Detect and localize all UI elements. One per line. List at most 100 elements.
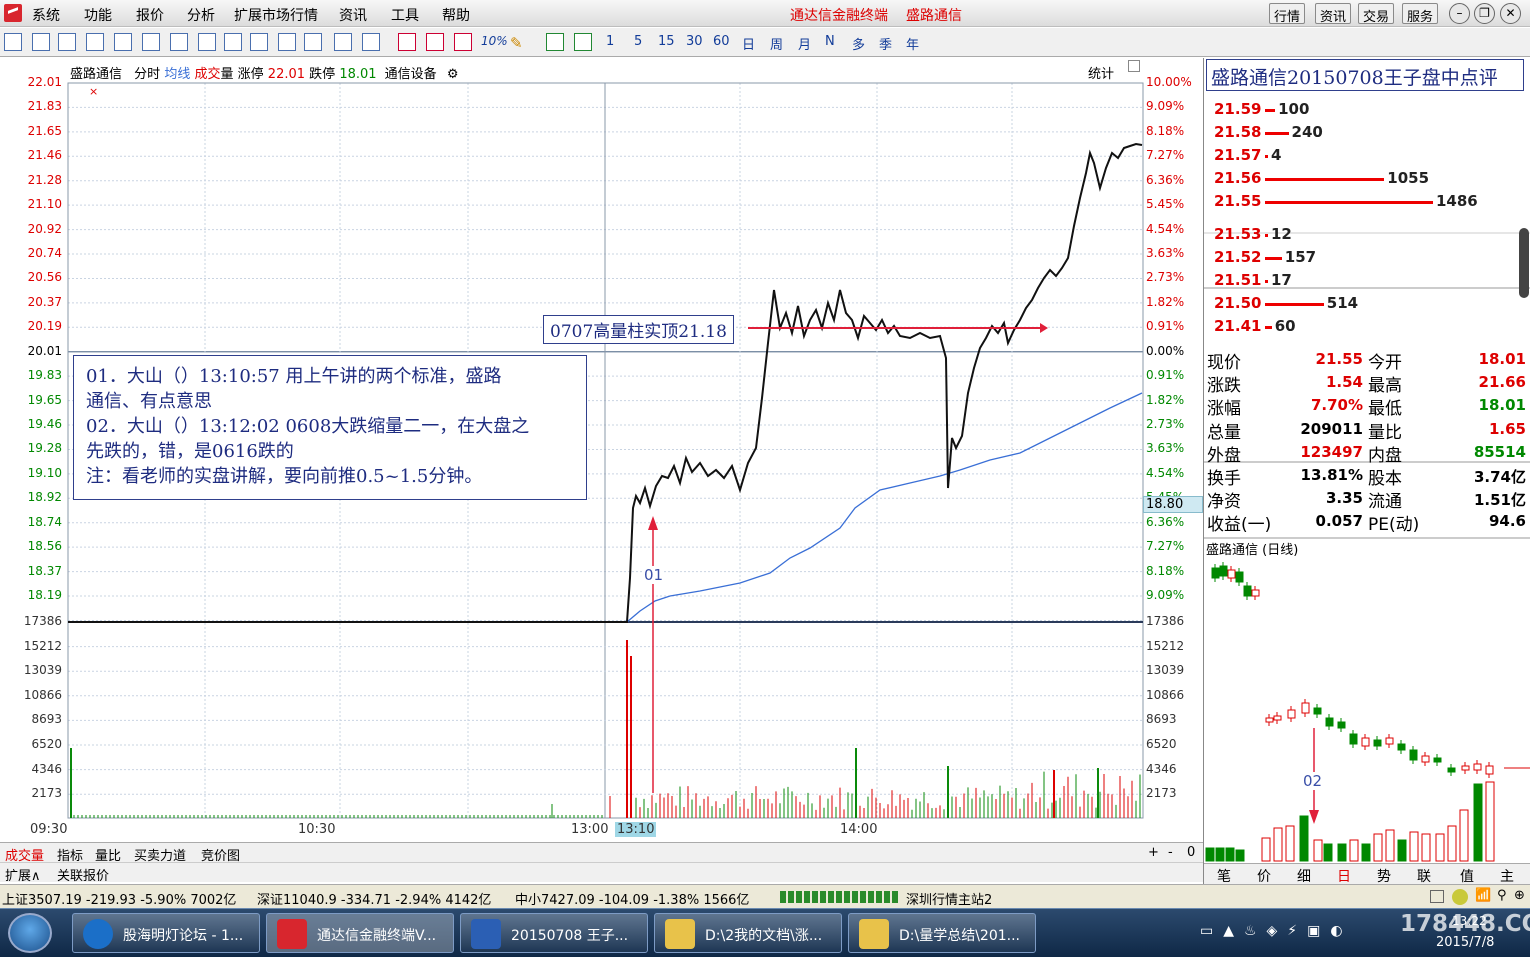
circle-icon[interactable] bbox=[362, 33, 380, 51]
period-3[interactable]: 30 bbox=[686, 34, 703, 49]
line-chart-icon[interactable] bbox=[142, 33, 160, 51]
task-forum[interactable]: 股海明灯论坛 - 1... bbox=[72, 913, 260, 953]
pct-tick-8: 2.73% bbox=[1146, 270, 1185, 285]
pen-icon[interactable]: ✎ bbox=[510, 34, 523, 52]
service-button[interactable]: 服务 bbox=[1402, 3, 1439, 25]
pin-icon[interactable]: ⊕ bbox=[1514, 888, 1525, 903]
status-lock-icon[interactable] bbox=[1452, 889, 1468, 905]
menu-help[interactable]: 帮助 bbox=[442, 5, 470, 25]
maximize-chart-icon[interactable] bbox=[1128, 60, 1140, 72]
menu-function[interactable]: 功能 bbox=[84, 5, 112, 25]
f10-plus-icon[interactable] bbox=[334, 33, 352, 51]
period-6[interactable]: 周 bbox=[770, 34, 783, 53]
expand-button[interactable]: 扩展∧ bbox=[5, 865, 41, 884]
right-tab-3[interactable]: 日 bbox=[1337, 866, 1351, 886]
limit-up-value: 22.01 bbox=[267, 67, 306, 82]
back-icon[interactable] bbox=[4, 33, 22, 51]
restore-icon[interactable]: ❐ bbox=[1474, 3, 1495, 24]
menu-ext-market[interactable]: 扩展市场行情 bbox=[234, 5, 318, 25]
price-tick-3: 21.46 bbox=[27, 148, 62, 163]
period-7[interactable]: 月 bbox=[798, 34, 811, 53]
kline-vol-bar bbox=[1349, 839, 1359, 862]
period-0[interactable]: 1 bbox=[606, 34, 614, 49]
f10-icon[interactable] bbox=[224, 33, 242, 51]
price-tick-15: 19.28 bbox=[27, 441, 62, 456]
sh-index[interactable]: 上证3507.19 -219.93 -5.90% 7002亿 bbox=[2, 889, 236, 908]
fenshi-label[interactable]: 分时 bbox=[134, 67, 160, 82]
right-tab-1[interactable]: 价 bbox=[1257, 866, 1271, 886]
menu-analysis[interactable]: 分析 bbox=[187, 5, 215, 25]
up-arrow-icon[interactable] bbox=[32, 33, 50, 51]
zoom-out-button[interactable]: - bbox=[1168, 845, 1173, 860]
quote-button[interactable]: 行情 bbox=[1269, 3, 1306, 25]
signal-icon[interactable]: 📶 bbox=[1475, 888, 1491, 903]
down-arrow-icon[interactable] bbox=[58, 33, 76, 51]
right-panel-tabs: 笔价细日势联值主 bbox=[1204, 863, 1530, 886]
related-quote-button[interactable]: 关联报价 bbox=[57, 865, 109, 884]
stat-label[interactable]: 统计 bbox=[1088, 63, 1114, 82]
close-icon[interactable]: ✕ bbox=[1500, 3, 1521, 24]
server-name[interactable]: 深圳行情主站2 bbox=[906, 889, 992, 908]
task-word[interactable]: 20150708 王子... bbox=[460, 913, 648, 953]
settings-gear-icon[interactable]: ⚙ bbox=[447, 67, 459, 82]
tray-icons[interactable]: ▭▲♨◈⚡▣◐ bbox=[1200, 923, 1353, 939]
zoom-in-button[interactable]: + bbox=[1148, 845, 1159, 860]
right-tab-4[interactable]: 势 bbox=[1377, 866, 1391, 886]
menu-system[interactable]: 系统 bbox=[32, 5, 60, 25]
status-bar: 上证3507.19 -219.93 -5.90% 7002亿 深证11040.9… bbox=[0, 884, 1530, 908]
multi-chart-icon[interactable] bbox=[398, 33, 416, 51]
kline-candle bbox=[1447, 767, 1456, 773]
f12-icon[interactable] bbox=[304, 33, 322, 51]
task-folder-1[interactable]: D:\2我的文档\涨... bbox=[654, 913, 842, 953]
compare-icon[interactable] bbox=[454, 33, 472, 51]
period-9[interactable]: 多 bbox=[852, 34, 865, 53]
window-icon[interactable] bbox=[1430, 890, 1444, 903]
minimize-icon[interactable]: – bbox=[1449, 3, 1470, 24]
clock-date[interactable]: 2015/7/8 bbox=[1436, 935, 1494, 950]
period-11[interactable]: 年 bbox=[906, 34, 919, 53]
kline-candle bbox=[1433, 757, 1442, 763]
clock-time[interactable]: 13:22 bbox=[1452, 914, 1487, 928]
reset-button[interactable]: 0 bbox=[1187, 845, 1195, 860]
pct-button[interactable]: 10% bbox=[481, 34, 508, 48]
task-folder-2[interactable]: D:\量学总结\201... bbox=[848, 913, 1036, 953]
task-tdx[interactable]: 通达信金融终端V... bbox=[266, 913, 454, 953]
sme-index[interactable]: 中小7427.09 -104.09 -1.38% 1566亿 bbox=[515, 889, 749, 908]
trade-button[interactable]: 交易 bbox=[1358, 3, 1395, 25]
tools-icon[interactable] bbox=[250, 33, 268, 51]
report-icon[interactable] bbox=[86, 33, 104, 51]
right-tab-7[interactable]: 主 bbox=[1500, 866, 1514, 886]
vol-tick-6: 4346 bbox=[31, 761, 62, 776]
quote-label2-0: 今开 bbox=[1368, 353, 1402, 373]
period-2[interactable]: 15 bbox=[658, 34, 675, 49]
period-8[interactable]: N bbox=[825, 34, 835, 49]
area-icon[interactable] bbox=[426, 33, 444, 51]
right-tab-2[interactable]: 细 bbox=[1297, 866, 1311, 886]
sz-index[interactable]: 深证11040.9 -334.71 -2.94% 4142亿 bbox=[257, 889, 491, 908]
scrollbar-thumb[interactable] bbox=[1519, 228, 1529, 298]
menu-quote[interactable]: 报价 bbox=[136, 5, 164, 25]
menu-tools[interactable]: 工具 bbox=[391, 5, 419, 25]
kline-icon[interactable] bbox=[170, 33, 188, 51]
period-10[interactable]: 季 bbox=[879, 34, 892, 53]
start-button[interactable] bbox=[8, 913, 52, 953]
menu-news[interactable]: 资讯 bbox=[339, 5, 367, 25]
orders_bot-price-3: 21.50 bbox=[1214, 294, 1262, 312]
period-5[interactable]: 日 bbox=[742, 34, 755, 53]
quote-value-3: 209011 bbox=[1300, 419, 1363, 438]
right-tab-6[interactable]: 值 bbox=[1460, 866, 1474, 886]
right-tab-0[interactable]: 笔 bbox=[1217, 866, 1231, 886]
info-button[interactable]: 资讯 bbox=[1315, 3, 1352, 25]
f5-icon[interactable] bbox=[546, 33, 564, 51]
pct-tick-20: 8.18% bbox=[1146, 563, 1185, 578]
antenna-icon[interactable]: ⚲ bbox=[1497, 888, 1507, 903]
kline-candle bbox=[1265, 717, 1274, 723]
right-tab-5[interactable]: 联 bbox=[1417, 866, 1431, 886]
grid-icon[interactable] bbox=[114, 33, 132, 51]
period-4[interactable]: 60 bbox=[713, 34, 730, 49]
info-icon[interactable] bbox=[278, 33, 296, 51]
period-1[interactable]: 5 bbox=[634, 34, 642, 49]
news-icon[interactable] bbox=[198, 33, 216, 51]
vol-tick-2: 13039 bbox=[23, 663, 62, 678]
refresh-icon[interactable] bbox=[574, 33, 592, 51]
